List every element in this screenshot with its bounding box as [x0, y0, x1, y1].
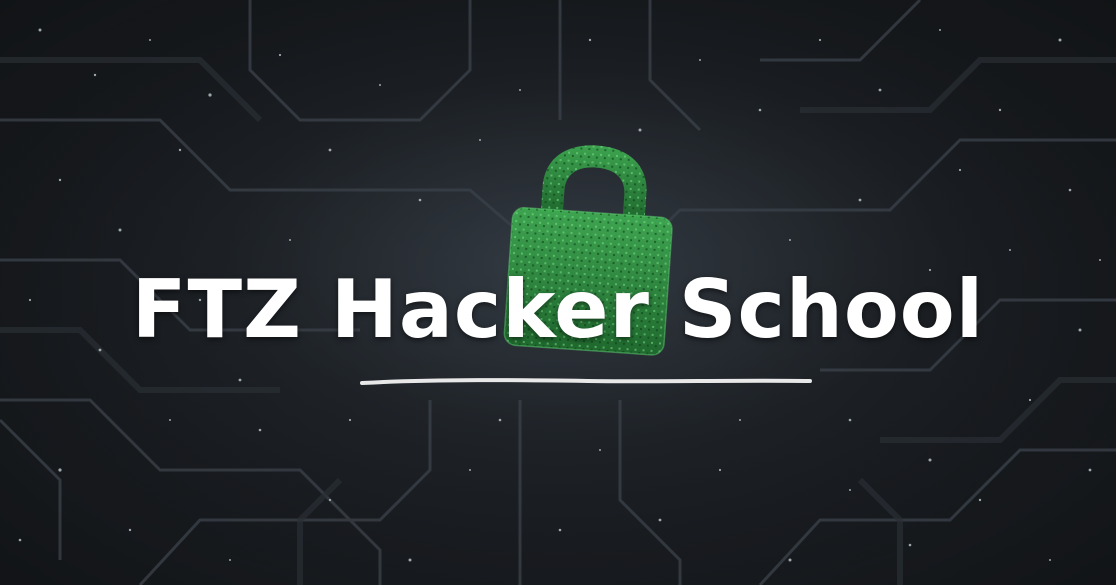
banner-title: FTZ Hacker School: [131, 263, 985, 356]
title-underline: [360, 378, 812, 385]
banner: FTZ Hacker School: [0, 0, 1116, 585]
